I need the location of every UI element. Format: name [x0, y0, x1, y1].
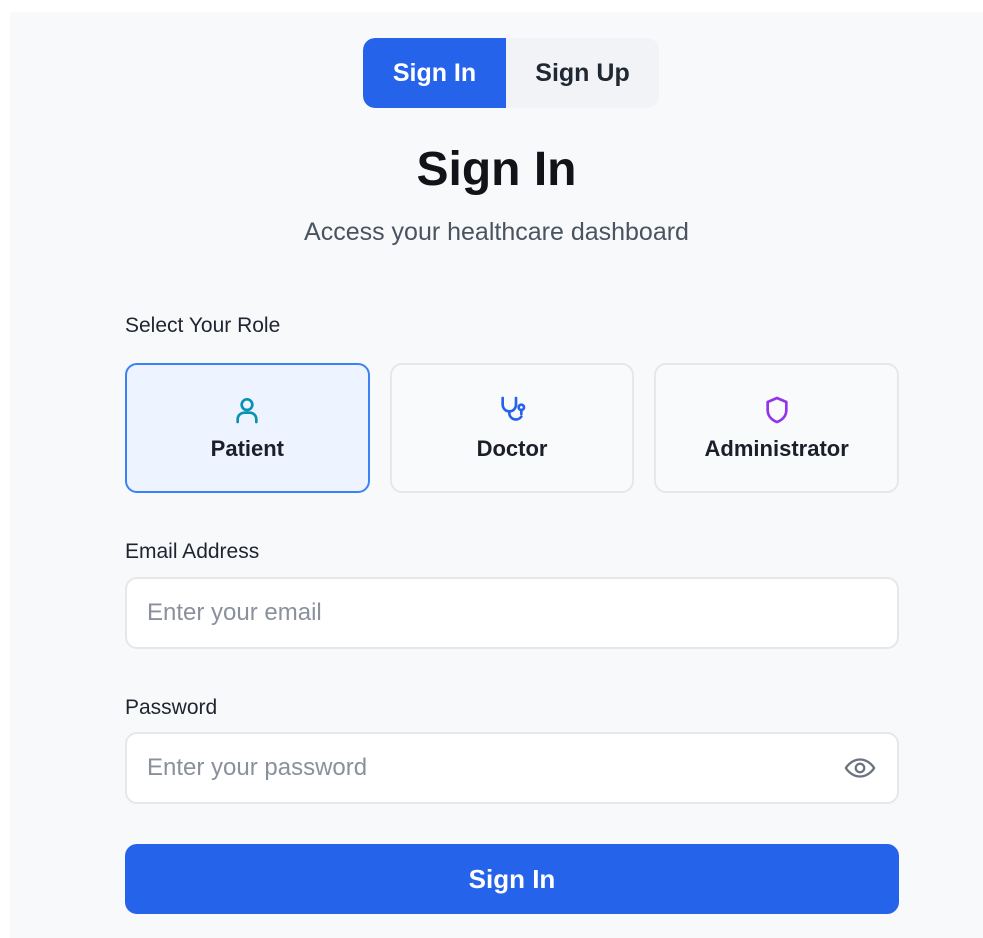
- auth-tabs: Sign In Sign Up: [363, 38, 659, 108]
- email-field-container: [125, 577, 899, 649]
- page-subtitle: Access your healthcare dashboard: [304, 218, 689, 246]
- password-label: Password: [125, 696, 218, 719]
- email-label: Email Address: [125, 540, 260, 563]
- role-selector: Patient Doctor Administrator: [125, 363, 900, 493]
- auth-panel: Sign In Sign Up Sign In Access your heal…: [10, 12, 983, 938]
- password-field-container: [125, 732, 899, 804]
- page-title: Sign In: [416, 143, 577, 196]
- stethoscope-icon: [501, 396, 526, 421]
- role-label: Administrator: [704, 436, 849, 461]
- sign-in-button[interactable]: Sign In: [125, 844, 899, 914]
- role-label: Patient: [210, 436, 285, 461]
- role-option-doctor[interactable]: Doctor: [389, 363, 635, 493]
- role-label: Doctor: [476, 436, 548, 461]
- password-input[interactable]: [147, 754, 843, 782]
- eye-icon[interactable]: [843, 751, 877, 785]
- role-option-administrator[interactable]: Administrator: [654, 363, 900, 493]
- user-icon: [236, 398, 258, 424]
- tab-sign-in[interactable]: Sign In: [363, 38, 506, 108]
- role-section-label: Select Your Role: [125, 314, 281, 337]
- shield-icon: [766, 396, 788, 424]
- email-input[interactable]: [147, 599, 877, 627]
- role-option-patient[interactable]: Patient: [125, 363, 370, 493]
- tab-sign-up[interactable]: Sign Up: [506, 38, 659, 108]
